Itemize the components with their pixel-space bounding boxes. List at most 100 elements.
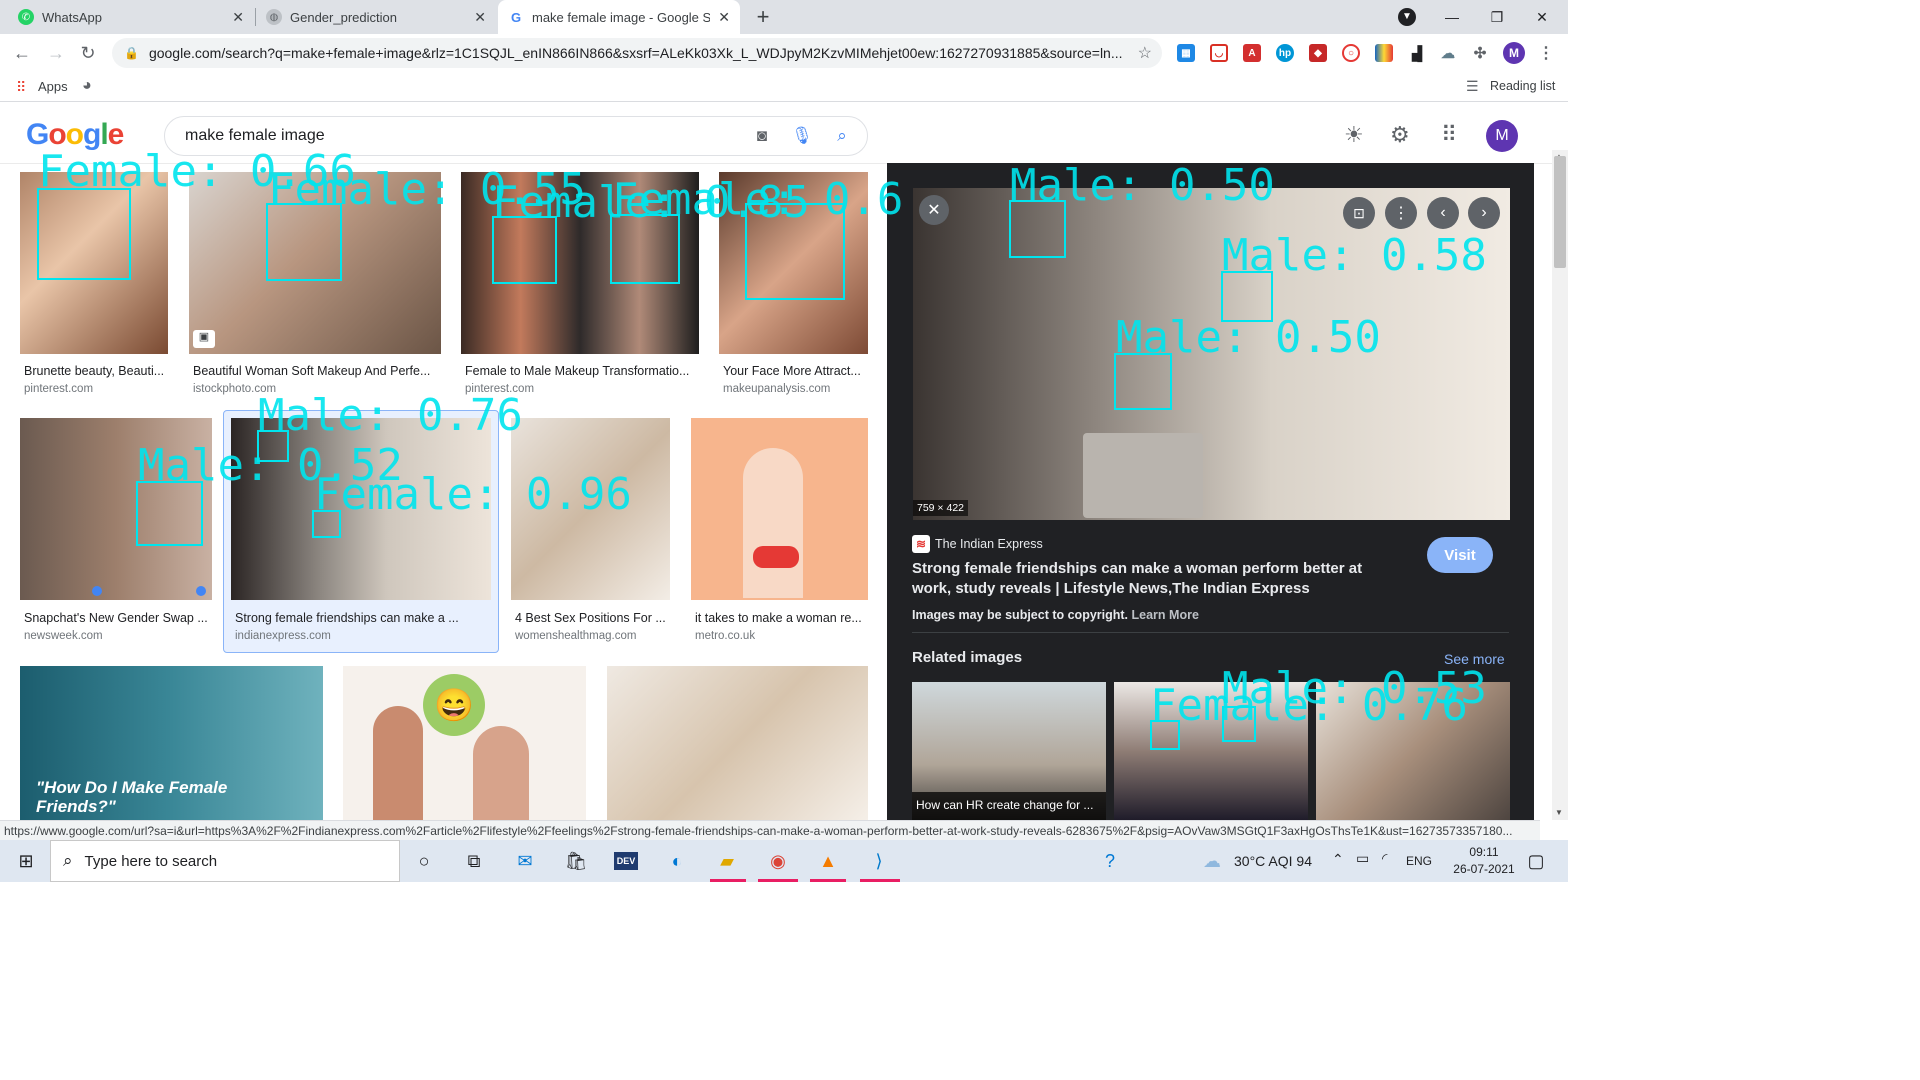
more-options-icon[interactable]: ⋮ xyxy=(1385,197,1417,229)
learn-more-link[interactable]: Learn More xyxy=(1132,608,1199,622)
vscode-icon[interactable]: ⟩ xyxy=(863,846,895,876)
menu-kebab-icon[interactable]: ⋮ xyxy=(1537,44,1555,62)
file-explorer-icon[interactable]: ▰ xyxy=(711,846,743,876)
flag-extension-icon[interactable] xyxy=(1375,44,1393,62)
pocket-extension-icon[interactable]: ◡ xyxy=(1210,44,1228,62)
google-apps-icon[interactable]: ⠿ xyxy=(1441,122,1457,148)
cortana-icon[interactable]: ○ xyxy=(408,846,440,876)
mail-icon[interactable]: ✉ xyxy=(509,846,541,876)
vertical-scrollbar[interactable]: ▲ ▼ xyxy=(1552,150,1568,820)
tab-whatsapp[interactable]: ✆ WhatsApp ✕ xyxy=(8,0,254,34)
result-caption[interactable]: Your Face More Attract... xyxy=(723,364,868,378)
hp-extension-icon[interactable]: hp xyxy=(1276,44,1294,62)
lens-search-icon[interactable]: ⊡ xyxy=(1343,197,1375,229)
cloud-extension-icon[interactable]: ☁ xyxy=(1439,44,1457,62)
image-result[interactable]: "How Do I Make Female Friends?" xyxy=(20,666,323,820)
related-image[interactable]: How can HR create change for ... xyxy=(912,682,1106,820)
copyright-notice: Images may be subject to copyright. Lear… xyxy=(912,608,1199,622)
result-caption[interactable]: Brunette beauty, Beauti... xyxy=(24,364,168,378)
reading-list-button[interactable]: Reading list xyxy=(1490,79,1555,93)
result-caption[interactable]: Beautiful Woman Soft Makeup And Perfe... xyxy=(193,364,439,378)
clock-time[interactable]: 09:11 xyxy=(1463,845,1505,859)
prediction-label: Male: 0.50 xyxy=(1010,160,1275,211)
tray-chevron-icon[interactable]: ⌃ xyxy=(1332,851,1344,868)
search-icon: ⌕ xyxy=(63,851,73,870)
profile-avatar[interactable]: M xyxy=(1503,42,1525,64)
globe-bookmark-icon[interactable]: ◕ xyxy=(82,77,92,95)
puzzle-extensions-icon[interactable]: ✣ xyxy=(1471,44,1489,62)
taskbar-search-box[interactable]: ⌕ Type here to search xyxy=(50,840,400,882)
play-badge-icon xyxy=(196,586,206,596)
result-caption[interactable]: Snapchat's New Gender Swap ... xyxy=(24,611,212,625)
task-view-icon[interactable]: ⧉ xyxy=(458,846,490,876)
store-icon[interactable]: 🛍 xyxy=(560,846,592,876)
result-caption[interactable]: Female to Male Makeup Transformatio... xyxy=(465,364,699,378)
forward-button[interactable]: → xyxy=(44,41,68,65)
extension-icon[interactable]: ▦ xyxy=(1177,44,1195,62)
dev-app-icon[interactable]: DEV xyxy=(610,846,642,876)
scroll-down-arrow-icon[interactable]: ▼ xyxy=(1555,808,1563,817)
result-thumbnail[interactable] xyxy=(607,666,868,820)
visit-button[interactable]: Visit xyxy=(1427,537,1493,573)
panel-title[interactable]: Strong female friendships can make a wom… xyxy=(912,559,1402,599)
language-indicator[interactable]: ENG xyxy=(1406,854,1432,868)
wifi-icon[interactable]: ◜ xyxy=(1382,850,1387,867)
tab-google-search[interactable]: G make female image - Google Search ✕ xyxy=(498,0,740,34)
publisher-name[interactable]: The Indian Express xyxy=(935,537,1043,551)
next-image-button[interactable]: › xyxy=(1468,197,1500,229)
apps-bookmark[interactable]: Apps xyxy=(38,79,68,94)
maximize-button[interactable]: ❐ xyxy=(1474,0,1520,34)
result-caption[interactable]: Strong female friendships can make a ... xyxy=(235,611,491,625)
reload-button[interactable]: ↻ xyxy=(76,41,100,65)
windows-start-icon[interactable]: ⊞ xyxy=(10,846,42,876)
close-panel-button[interactable]: ✕ xyxy=(919,195,949,225)
edge-icon[interactable]: ◐ xyxy=(661,846,693,876)
search-query: make female image xyxy=(185,127,325,144)
shield-extension-icon[interactable]: ◆ xyxy=(1309,44,1327,62)
microphone-icon[interactable]: 🎙 xyxy=(787,126,817,146)
result-caption[interactable]: 4 Best Sex Positions For ... xyxy=(515,611,670,625)
search-icon[interactable]: ⌕ xyxy=(827,126,857,146)
notifications-icon[interactable]: ▢ xyxy=(1520,846,1552,876)
help-icon[interactable]: ? xyxy=(1094,846,1126,876)
image-result[interactable]: 😄 xyxy=(343,666,586,820)
image-result[interactable]: 4 Best Sex Positions For ... womenshealt… xyxy=(511,418,670,648)
scrollbar-thumb[interactable] xyxy=(1554,156,1566,268)
prediction-label: Male: 0.76 xyxy=(258,390,523,441)
network-status-icon[interactable]: ▭ xyxy=(1356,850,1369,867)
whatsapp-icon: ✆ xyxy=(18,9,34,25)
settings-gear-icon[interactable]: ⚙ xyxy=(1390,122,1410,148)
close-window-button[interactable]: ✕ xyxy=(1519,0,1565,34)
chrome-icon[interactable]: ◉ xyxy=(762,846,794,876)
result-caption[interactable]: it takes to make a woman re... xyxy=(695,611,868,625)
close-tab-icon[interactable]: ✕ xyxy=(718,9,730,26)
taskbar-search-placeholder: Type here to search xyxy=(84,852,218,870)
close-tab-icon[interactable]: ✕ xyxy=(474,9,486,26)
tab-title: make female image - Google Search xyxy=(532,9,711,25)
reading-list-icon: ☰ xyxy=(1466,78,1479,94)
minimize-button[interactable]: — xyxy=(1429,0,1475,34)
camera-icon[interactable]: ◙ xyxy=(747,126,777,146)
address-bar[interactable]: 🔒 google.com/search?q=make+female+image&… xyxy=(112,38,1162,68)
image-result[interactable] xyxy=(607,666,868,820)
windows-taskbar: ⊞ ⌕ Type here to search ○ ⧉ ✉ 🛍 DEV ◐ ▰ … xyxy=(0,840,1568,882)
chart-extension-icon[interactable]: ▗▌ xyxy=(1407,44,1427,62)
previous-image-button[interactable]: ‹ xyxy=(1427,197,1459,229)
timer-extension-icon[interactable]: ○ xyxy=(1342,44,1360,62)
prediction-label: Female: 0.6 xyxy=(612,174,904,225)
tab-search-button[interactable]: ▼ xyxy=(1384,0,1430,34)
account-avatar[interactable]: M xyxy=(1486,120,1518,152)
clock-date[interactable]: 26-07-2021 xyxy=(1448,862,1520,876)
weather-text[interactable]: 30°C AQI 94 xyxy=(1234,853,1312,869)
pdf-extension-icon[interactable]: A xyxy=(1243,44,1261,62)
new-tab-button[interactable]: + xyxy=(751,4,775,29)
bookmark-star-icon[interactable]: ☆ xyxy=(1138,43,1152,63)
weather-icon[interactable]: ☁ xyxy=(1196,846,1228,876)
result-thumbnail[interactable] xyxy=(691,418,868,600)
back-button[interactable]: ← xyxy=(10,41,34,65)
close-tab-icon[interactable]: ✕ xyxy=(232,9,244,26)
image-result[interactable]: it takes to make a woman re... metro.co.… xyxy=(691,418,868,648)
vlc-icon[interactable]: ▲ xyxy=(812,846,844,876)
tab-gender-prediction[interactable]: ◍ Gender_prediction ✕ xyxy=(256,0,496,34)
brightness-icon[interactable]: ☀ xyxy=(1344,122,1364,148)
